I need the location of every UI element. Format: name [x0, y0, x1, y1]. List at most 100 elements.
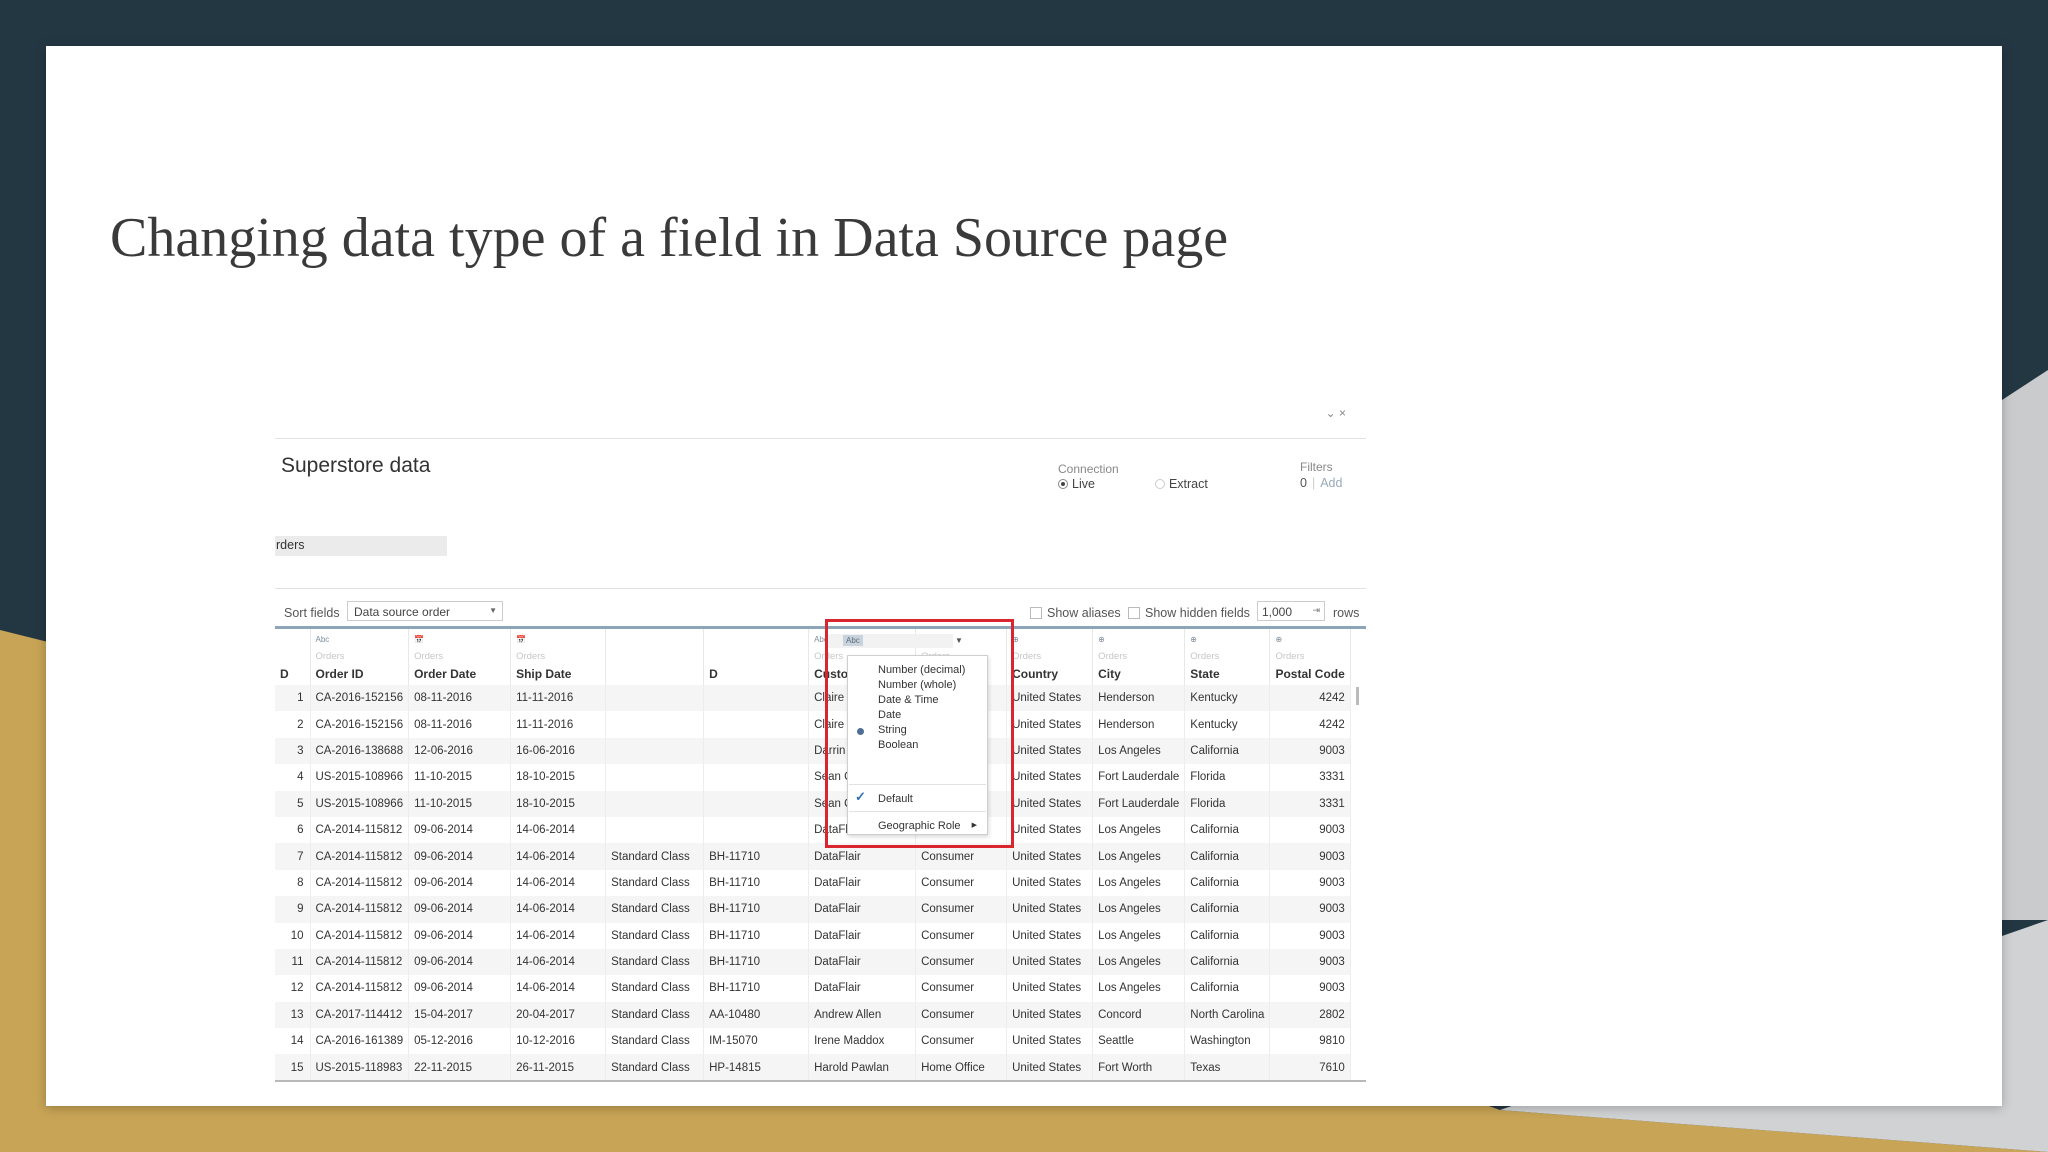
- rows-value: 1,000: [1262, 605, 1293, 619]
- globe-icon[interactable]: ⊕: [1190, 633, 1264, 646]
- table-cell: CA-2014-115812: [310, 896, 410, 923]
- chevron-down-icon: ▼: [489, 606, 497, 615]
- checkbox-icon: [1128, 607, 1140, 619]
- table-cell: CA-2017-114412: [310, 1001, 410, 1029]
- show-aliases-checkbox[interactable]: Show aliases: [1030, 606, 1121, 620]
- table-cell: Harold Pawlan: [808, 1054, 917, 1081]
- vertical-scrollbar[interactable]: [1356, 687, 1359, 705]
- table-cell: 3331: [1269, 764, 1351, 791]
- table-cell: Consumer: [915, 896, 1008, 923]
- table-cell: 9003: [1269, 737, 1351, 765]
- globe-icon[interactable]: ⊕: [1275, 633, 1344, 646]
- column-header[interactable]: 📅 Orders Ship Date: [510, 629, 607, 685]
- table-cell: 9003: [1269, 843, 1351, 870]
- column-header[interactable]: ⊕ Orders City: [1092, 629, 1186, 685]
- table-cell: Standard Class: [605, 922, 705, 949]
- calendar-icon[interactable]: [709, 633, 803, 646]
- column-header[interactable]: ⊕ Orders Country: [1006, 629, 1094, 685]
- connection-extract-option[interactable]: Extract: [1154, 477, 1208, 491]
- table-cell: CA-2016-152156: [310, 711, 410, 738]
- table-cell: 12-06-2016: [408, 737, 512, 765]
- table-tag-orders[interactable]: rders: [275, 536, 447, 556]
- table-row: 10 CA-2014-115812 09-06-2014 14-06-2014 Stan…: [275, 922, 1351, 949]
- column-header[interactable]: Abc Orders Order ID: [310, 629, 410, 685]
- column-header[interactable]: ⊕ Orders Postal Code: [1269, 629, 1351, 685]
- window-controls[interactable]: ⌄ ×: [1326, 406, 1346, 420]
- column-header[interactable]: D: [703, 629, 810, 685]
- table-cell: North Carolina: [1184, 1001, 1271, 1029]
- table-cell: United States: [1006, 922, 1094, 949]
- rows-input[interactable]: 1,000 ⇥: [1257, 601, 1325, 621]
- column-header[interactable]: 📅 Orders Order Date: [408, 629, 512, 685]
- table-cell: California: [1184, 816, 1271, 844]
- table-cell: Fort Lauderdale: [1092, 764, 1186, 791]
- column-name[interactable]: Order Date: [414, 667, 505, 681]
- table-cell: CA-2016-161389: [310, 1028, 410, 1055]
- row-number: 6: [275, 816, 311, 844]
- slide-title: Changing data type of a field in Data So…: [110, 207, 1229, 269]
- table-cell: United States: [1006, 764, 1094, 791]
- calendar-icon[interactable]: 📅: [414, 633, 505, 646]
- column-source: Orders: [516, 651, 546, 662]
- column-name[interactable]: Ship Date: [516, 667, 600, 681]
- globe-icon[interactable]: ⊕: [1098, 633, 1179, 646]
- table-cell: Kentucky: [1184, 685, 1271, 712]
- table-cell: Andrew Allen: [808, 1001, 917, 1029]
- column-header[interactable]: [605, 629, 705, 685]
- table-cell: Standard Class: [605, 1001, 705, 1029]
- table-cell: 08-11-2016: [408, 685, 512, 712]
- connection-options: Live Extract: [1058, 477, 1208, 491]
- extract-label: Extract: [1168, 477, 1208, 491]
- filters-row: 0 | Add: [1300, 476, 1342, 490]
- table-cell: Los Angeles: [1092, 975, 1186, 1002]
- table-cell: 18-10-2015: [510, 764, 607, 791]
- column-name[interactable]: City: [1098, 667, 1179, 681]
- show-hidden-fields-checkbox[interactable]: Show hidden fields: [1128, 606, 1250, 620]
- table-cell: [703, 764, 810, 791]
- table-cell: CA-2014-115812: [310, 843, 410, 870]
- table-cell: [703, 816, 810, 844]
- row-number: 11: [275, 948, 311, 976]
- table-cell: CA-2014-115812: [310, 922, 410, 949]
- column-name[interactable]: Order ID: [316, 667, 404, 681]
- calendar-icon[interactable]: 📅: [516, 633, 600, 646]
- table-cell: 9003: [1269, 896, 1351, 923]
- table-cell: 18-10-2015: [510, 790, 607, 817]
- column-name[interactable]: Postal Code: [1275, 667, 1344, 681]
- column-name[interactable]: D: [709, 667, 803, 681]
- connection-live-option[interactable]: Live: [1058, 477, 1095, 491]
- table-cell: 7610: [1269, 1054, 1351, 1081]
- column-source: Orders: [1190, 651, 1220, 662]
- table-cell: Consumer: [915, 948, 1008, 976]
- column-name[interactable]: State: [1190, 667, 1264, 681]
- table-cell: Los Angeles: [1092, 869, 1186, 897]
- calendar-icon[interactable]: [280, 633, 305, 646]
- row-number: 3: [275, 737, 311, 765]
- sort-fields-value: Data source order: [354, 605, 451, 619]
- table-cell: United States: [1006, 816, 1094, 844]
- checkbox-icon: [1030, 607, 1042, 619]
- column-header[interactable]: D: [275, 629, 311, 685]
- row-number: 8: [275, 869, 311, 897]
- calendar-icon[interactable]: [611, 633, 698, 646]
- table-cell: US-2015-118983: [310, 1054, 410, 1081]
- sort-fields-select[interactable]: Data source order ▼: [347, 601, 503, 621]
- table-row: 9 CA-2014-115812 09-06-2014 14-06-2014 Stand…: [275, 896, 1351, 923]
- table-cell: Florida: [1184, 790, 1271, 817]
- row-number: 7: [275, 843, 311, 870]
- abc-type-icon[interactable]: Abc: [316, 633, 404, 646]
- datasource-title[interactable]: Superstore data: [281, 454, 430, 478]
- table-cell: United States: [1006, 685, 1094, 712]
- table-cell: 3331: [1269, 790, 1351, 817]
- column-name[interactable]: D: [280, 667, 305, 681]
- column-header[interactable]: ⊕ Orders State: [1184, 629, 1271, 685]
- table-cell: 4242: [1269, 685, 1351, 712]
- globe-icon[interactable]: ⊕: [1012, 633, 1087, 646]
- table-row: 14 CA-2016-161389 05-12-2016 10-12-2016 Stan…: [275, 1028, 1351, 1055]
- table-row: 11 CA-2014-115812 09-06-2014 14-06-2014 Stan…: [275, 948, 1351, 976]
- filters-add-link[interactable]: Add: [1320, 476, 1342, 490]
- table-cell: Texas: [1184, 1054, 1271, 1081]
- table-cell: DataFlair: [808, 922, 917, 949]
- table-cell: [703, 790, 810, 817]
- column-name[interactable]: Country: [1012, 667, 1087, 681]
